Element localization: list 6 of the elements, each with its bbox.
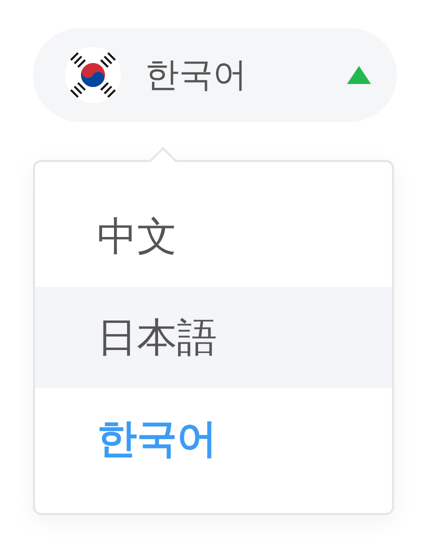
selected-language: 한국어 <box>145 54 248 96</box>
language-option[interactable]: 日本語 <box>35 287 392 388</box>
language-select[interactable]: 한국어 <box>33 28 397 122</box>
language-option[interactable]: 中文 <box>35 186 392 287</box>
caret-up-icon <box>347 66 371 84</box>
flag-icon <box>65 47 121 103</box>
